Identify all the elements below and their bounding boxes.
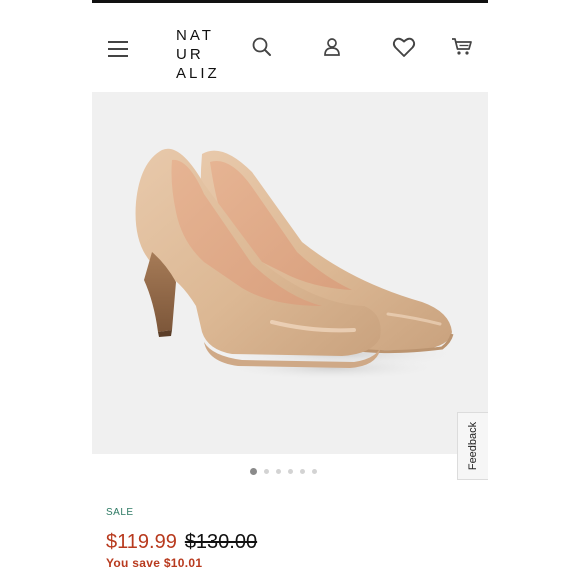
nude-pump-shoes-image [135,148,462,380]
mobile-page: NAT UR ALIZ Feedback SALE $119.99 $130.0… [92,0,488,580]
logo-row-3: ALIZ [176,65,220,82]
product-image[interactable] [92,92,488,454]
menu-button[interactable] [96,3,140,91]
account-button[interactable] [310,3,354,91]
feedback-label: Feedback [467,421,479,471]
carousel-dot-2[interactable] [264,468,269,474]
carousel-dot-5[interactable] [300,468,305,474]
search-button[interactable] [240,3,284,91]
carousel-dot-1[interactable] [250,467,257,475]
cart-icon [452,38,472,55]
carousel-dot-6[interactable] [312,468,317,474]
logo-row-2: UR [176,46,204,63]
carousel-dot-4[interactable] [288,468,293,474]
brand-logo[interactable]: NAT UR ALIZ [172,26,220,84]
naturalizer-logo-mark: NAT UR ALIZ [176,27,220,82]
price-row: $119.99 $130.00 [106,530,257,554]
heart-icon [392,37,416,57]
feedback-tab[interactable]: Feedback [457,412,488,480]
sale-price: $119.99 [106,531,177,553]
cart-button[interactable] [440,3,484,91]
savings-text: You save $10.01 [106,556,203,570]
image-carousel-dots [250,467,317,475]
site-header: NAT UR ALIZ [92,3,488,91]
sale-label: SALE [106,507,134,518]
wishlist-button[interactable] [382,3,426,91]
search-icon [252,37,271,56]
original-price: $130.00 [184,531,258,553]
hamburger-menu-icon [96,3,140,91]
logo-row-1: NAT [176,27,214,44]
account-icon [324,38,340,56]
carousel-dot-3[interactable] [276,468,281,474]
